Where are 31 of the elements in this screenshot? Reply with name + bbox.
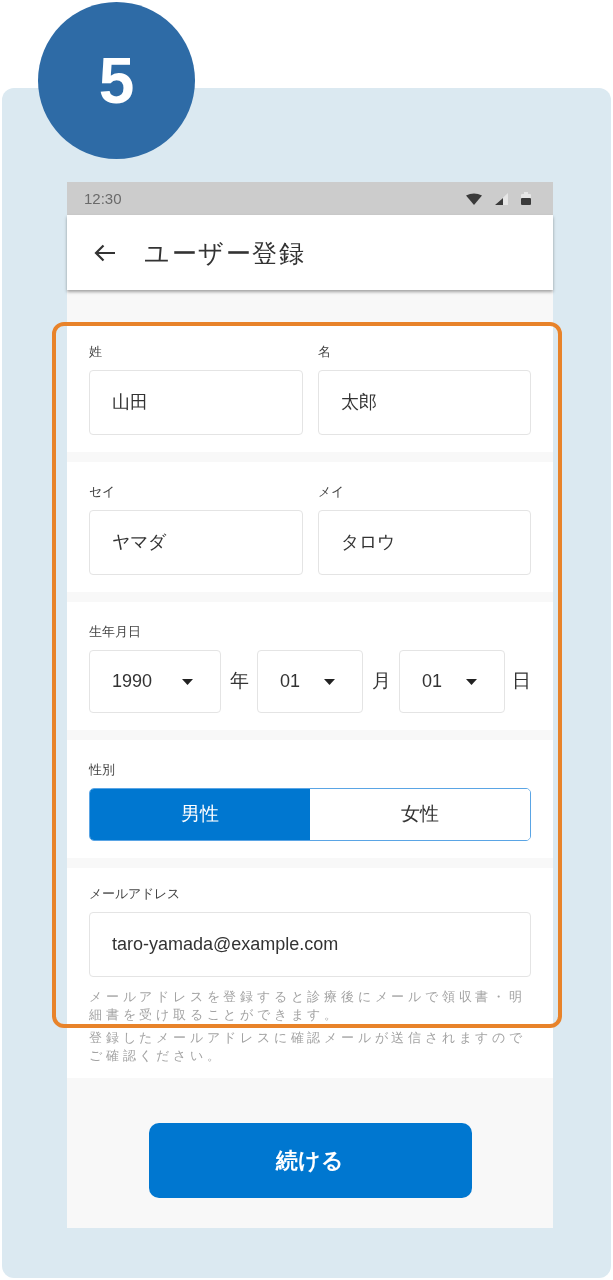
- battery-icon: [521, 192, 531, 205]
- caret-icon: [324, 678, 335, 685]
- help-text: メールアドレスを登録すると診療後にメールで領収書・明細書を受け取ることができます。: [89, 988, 527, 1024]
- dropdown-field[interactable]: 1990: [89, 650, 221, 713]
- screen-title: ユーザー登録: [144, 237, 305, 268]
- field-label: 名: [317, 344, 331, 360]
- text-field[interactable]: 太郎: [317, 370, 531, 435]
- dropdown-field[interactable]: 01: [257, 650, 363, 713]
- toggle-option[interactable]: 男性: [90, 789, 310, 840]
- field-label: 性別: [89, 762, 115, 778]
- back-arrow-icon[interactable]: [94, 243, 116, 262]
- email-field[interactable]: taro-yamada@example.com: [89, 912, 531, 977]
- field-label: セイ: [89, 484, 115, 500]
- wifi-icon: [466, 192, 482, 205]
- continue-button[interactable]: 続ける: [148, 1123, 472, 1198]
- unit-label: 年: [228, 669, 250, 694]
- help-text: 登録したメールアドレスに確認メールが送信されますのでご確認ください。: [89, 1029, 527, 1065]
- field-label: 生年月日: [89, 624, 141, 640]
- field-label: メイ: [317, 484, 344, 500]
- unit-label: 月: [370, 669, 392, 694]
- text-field[interactable]: 山田: [89, 370, 303, 435]
- field-label: メールアドレス: [89, 886, 180, 902]
- field-label: 姓: [89, 344, 102, 360]
- caret-icon: [182, 678, 193, 685]
- text-field[interactable]: タロウ: [317, 510, 531, 575]
- unit-label: 日: [511, 669, 531, 694]
- text-field[interactable]: ヤマダ: [89, 510, 303, 575]
- status-time: 12:30: [84, 191, 122, 206]
- dropdown-field[interactable]: 01: [399, 650, 505, 713]
- caret-icon: [466, 678, 477, 685]
- signal-icon: [495, 192, 508, 205]
